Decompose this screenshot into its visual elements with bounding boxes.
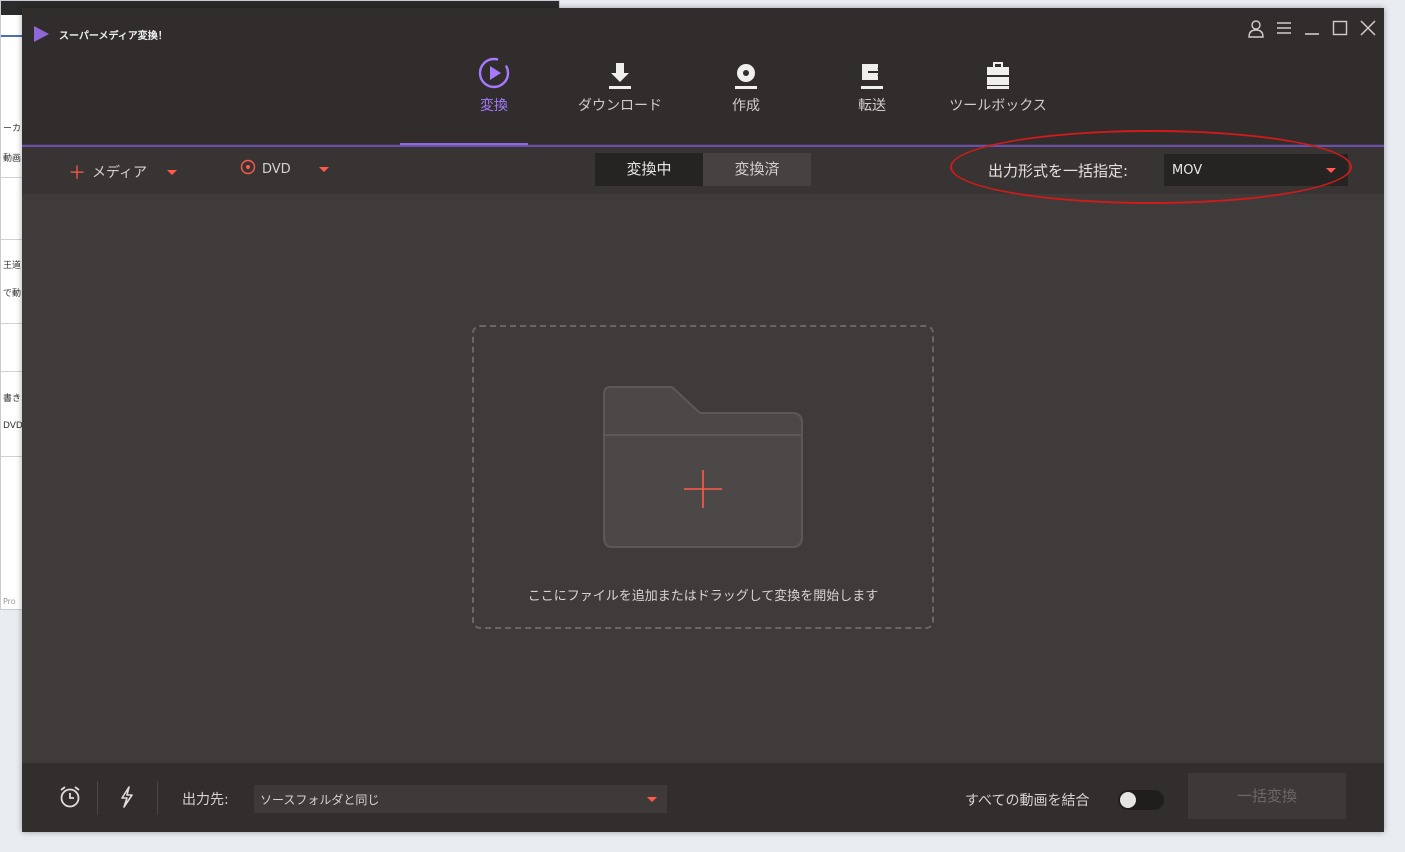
- play-logo-icon: [34, 26, 49, 42]
- window-controls: [1248, 20, 1376, 43]
- output-path-select[interactable]: ソースフォルダと同じ: [254, 785, 667, 813]
- background-divider: [1, 177, 23, 178]
- tab-create-label: 作成: [732, 98, 760, 114]
- footer-divider: [157, 781, 158, 815]
- maximize-icon[interactable]: [1332, 20, 1348, 43]
- footer-divider: [97, 781, 98, 815]
- toggle-knob: [1120, 792, 1136, 808]
- add-media-button[interactable]: ＋ メディア: [68, 159, 178, 185]
- background-text: で動: [3, 289, 22, 299]
- tab-download-label: ダウンロード: [578, 98, 662, 114]
- tab-create[interactable]: 作成: [683, 53, 809, 115]
- app-logo: スーパーメディア変換！: [34, 26, 168, 42]
- app-window: スーパーメディア変換！ 変換 ダウンロード 作成 転送 ツールボックス ＋ メデ…: [22, 8, 1384, 832]
- toolbox-icon: [935, 53, 1061, 91]
- tab-toolbox[interactable]: ツールボックス: [935, 53, 1061, 115]
- plus-icon: ＋: [68, 163, 86, 184]
- app-title: スーパーメディア変換！: [59, 30, 168, 42]
- background-text: 王道: [3, 261, 22, 271]
- footer: 出力先: ソースフォルダと同じ すべての動画を結合 一括変換: [22, 763, 1384, 832]
- background-text: 動画: [3, 154, 22, 164]
- merge-videos-label: すべての動画を結合: [965, 793, 1090, 809]
- output-path-label: 出力先:: [182, 792, 229, 808]
- toolbar: ＋ メディア DVD 変換中 変換済 出力形式を一括指定: MOV: [22, 147, 1384, 194]
- seg-converted[interactable]: 変換済: [703, 153, 811, 186]
- header: スーパーメディア変換！ 変換 ダウンロード 作成 転送 ツールボックス: [22, 8, 1384, 146]
- lightning-icon[interactable]: [119, 785, 135, 813]
- folder-add-icon: [603, 386, 803, 548]
- tab-transfer-label: 転送: [858, 98, 886, 114]
- background-divider: [1, 239, 23, 240]
- alarm-clock-icon[interactable]: [58, 785, 82, 813]
- dvd-icon: [240, 159, 256, 179]
- minimize-icon[interactable]: [1304, 20, 1320, 43]
- merge-videos-toggle[interactable]: [1118, 790, 1164, 810]
- background-divider: [1, 323, 23, 324]
- file-drop-zone[interactable]: ここにファイルを追加またはドラッグして変換を開始します: [472, 325, 934, 629]
- output-format-value: MOV: [1172, 162, 1203, 178]
- chevron-down-icon[interactable]: [318, 166, 329, 172]
- background-divider: [1, 456, 23, 457]
- background-window-accent: [1, 35, 23, 37]
- chevron-down-icon: [1326, 167, 1336, 173]
- output-format-label: 出力形式を一括指定:: [988, 162, 1129, 180]
- dvd-label: DVD: [262, 161, 291, 177]
- drop-zone-hint: ここにファイルを追加またはドラッグして変換を開始します: [527, 589, 879, 604]
- background-divider: [1, 371, 23, 372]
- background-text: ーカ: [3, 124, 22, 134]
- status-segmented-control: 変換中 変換済: [595, 153, 811, 186]
- chevron-down-icon: [647, 796, 657, 802]
- output-format-select[interactable]: MOV: [1164, 154, 1348, 186]
- main-nav: 変換 ダウンロード 作成 転送 ツールボックス: [431, 53, 1061, 115]
- disc-burn-icon: [683, 53, 809, 91]
- chevron-down-icon[interactable]: [167, 169, 178, 175]
- output-path-value: ソースフォルダと同じ: [260, 792, 380, 807]
- convert-icon: [431, 53, 557, 91]
- convert-all-button[interactable]: 一括変換: [1188, 773, 1346, 819]
- transfer-icon: [809, 53, 935, 91]
- close-icon[interactable]: [1360, 20, 1376, 43]
- tab-convert[interactable]: 変換: [431, 53, 557, 115]
- download-icon: [557, 53, 683, 91]
- add-dvd-button[interactable]: DVD: [240, 159, 329, 179]
- user-icon[interactable]: [1248, 20, 1264, 43]
- background-text: Pro: [3, 597, 16, 606]
- tab-convert-label: 変換: [480, 98, 508, 114]
- background-text: 書き: [3, 394, 22, 404]
- tab-transfer[interactable]: 転送: [809, 53, 935, 115]
- tab-toolbox-label: ツールボックス: [949, 98, 1047, 114]
- tab-download[interactable]: ダウンロード: [557, 53, 683, 115]
- add-media-label: メディア: [92, 165, 148, 181]
- menu-icon[interactable]: [1276, 20, 1292, 43]
- seg-converting[interactable]: 変換中: [595, 153, 703, 186]
